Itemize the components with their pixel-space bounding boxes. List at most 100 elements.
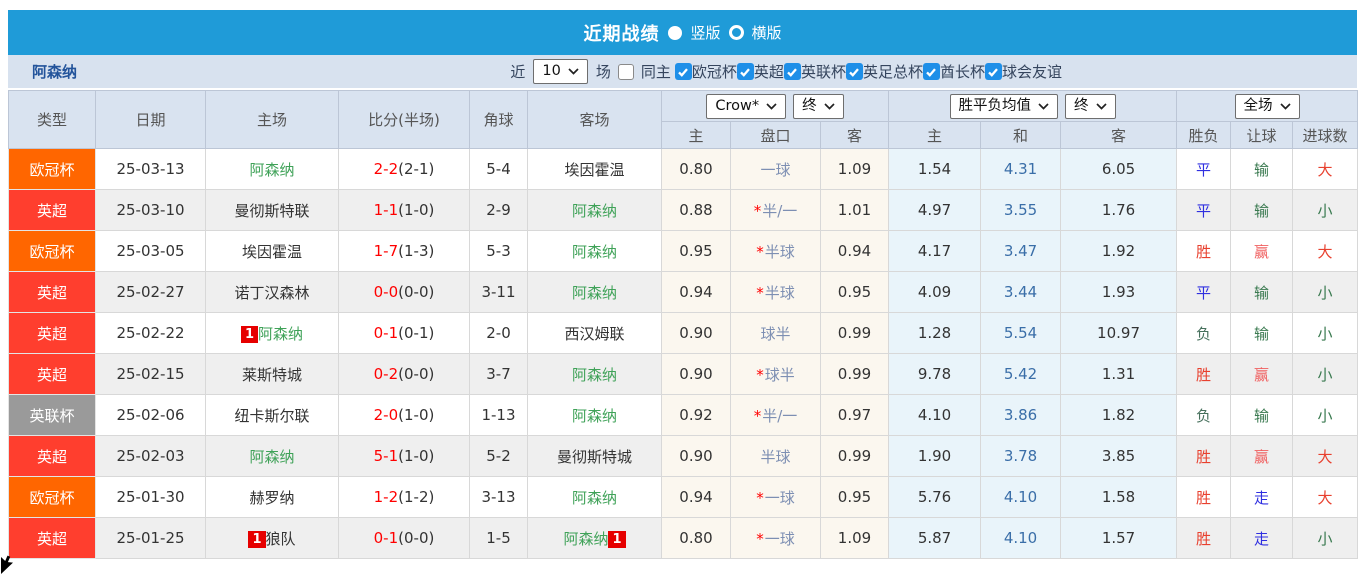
handicap-cell: *一球 [730, 517, 821, 559]
title-bar: 近期战绩 竖版 横版 [8, 10, 1357, 55]
odds-home-cell: 0.92 [661, 394, 731, 436]
goals-cell: 大 [1292, 435, 1359, 477]
radio-horizontal-icon[interactable] [728, 25, 744, 40]
mean-home-cell: 5.76 [888, 476, 982, 518]
mean-away-cell: 3.85 [1060, 435, 1178, 477]
goals-cell: 大 [1292, 230, 1359, 272]
mean-draw-cell: 4.10 [980, 517, 1062, 559]
filters: 近 10 场 同主 欧冠杯 英超 英联杯 英足总杯 酋长杯 球会友谊 [510, 59, 1062, 84]
mean-home-cell: 4.17 [888, 230, 982, 272]
header-result-group: 全场 [1176, 90, 1359, 122]
handicap-result-cell: 走 [1230, 517, 1294, 559]
away-team-cell: 阿森纳 [527, 476, 662, 518]
radio-vertical-icon[interactable] [668, 25, 683, 40]
mean-away-cell: 6.05 [1060, 148, 1178, 190]
odds-home-cell: 0.88 [661, 189, 731, 231]
header-mean-group: 胜平负均值 终 [888, 90, 1178, 122]
chevron-down-icon [1279, 102, 1291, 110]
handicap-cell: *半球 [730, 271, 821, 313]
date-cell: 25-02-03 [95, 435, 206, 477]
layout-radio-group: 竖版 横版 [668, 22, 782, 43]
recent-count-select[interactable]: 10 [533, 59, 588, 84]
handicap-cell: *半/一 [730, 394, 821, 436]
handicap-cell: *球半 [730, 353, 821, 395]
date-cell: 25-02-15 [95, 353, 206, 395]
date-cell: 25-03-13 [95, 148, 206, 190]
mean-home-cell: 5.87 [888, 517, 982, 559]
score-cell: 5-1(1-0) [338, 435, 470, 477]
odds-away-cell: 1.09 [819, 517, 890, 559]
corner-cell: 2-0 [469, 312, 528, 354]
league-filter-label: 球会友谊 [1001, 63, 1062, 81]
check-icon [988, 67, 999, 77]
result-cell: 胜 [1176, 230, 1232, 272]
same-home-label: 同主 [640, 63, 671, 81]
radio-vertical-label[interactable]: 竖版 [690, 22, 720, 43]
scope-select[interactable]: 全场 [1234, 93, 1300, 119]
league-cell: 英超 [8, 271, 96, 313]
check-icon [849, 67, 860, 77]
corner-cell: 1-5 [469, 517, 528, 559]
away-team-cell: 阿森纳 [527, 271, 662, 313]
handicap-cell: *半/一 [730, 189, 821, 231]
mean-select[interactable]: 胜平负均值 [949, 93, 1059, 119]
result-cell: 平 [1176, 148, 1232, 190]
result-cell: 负 [1176, 312, 1232, 354]
mean-away-cell: 1.93 [1060, 271, 1178, 313]
subheader-handicap-result: 让球 [1230, 121, 1294, 149]
subheader-goals: 进球数 [1292, 121, 1359, 149]
mean-draw-cell: 4.10 [980, 476, 1062, 518]
away-team-cell: 阿森纳 1 [527, 517, 662, 559]
result-cell: 平 [1176, 189, 1232, 231]
same-home-checkbox[interactable] [617, 63, 634, 80]
date-cell: 25-02-22 [95, 312, 206, 354]
subheader-handicap: 盘口 [730, 121, 821, 149]
bookmaker-select[interactable]: Crow* [706, 93, 787, 119]
match-row: 欧冠杯 25-03-05 埃因霍温 1-7(1-3) 5-3 阿森纳 0.95 *半球 0.94… [8, 230, 1359, 272]
chevron-down-icon [1095, 102, 1107, 110]
corner-cell: 5-2 [469, 435, 528, 477]
mean-draw-cell: 3.55 [980, 189, 1062, 231]
odds-home-cell: 0.94 [661, 271, 731, 313]
result-cell: 平 [1176, 271, 1232, 313]
league-filter-label: 欧冠杯 [691, 63, 737, 81]
league-filter-label: 英足总杯 [862, 63, 923, 81]
handicap-result-cell: 赢 [1230, 435, 1294, 477]
league-checkbox-5[interactable] [984, 63, 1002, 80]
mean-home-cell: 4.97 [888, 189, 982, 231]
radio-horizontal-label[interactable]: 横版 [752, 22, 782, 43]
handicap-cell: *半球 [730, 230, 821, 272]
page-title: 近期战绩 [583, 23, 660, 45]
score-cell: 0-0(0-0) [338, 271, 470, 313]
league-checkbox-2[interactable] [783, 63, 801, 80]
mouse-cursor-icon [1, 555, 13, 574]
score-cell: 2-0(1-0) [338, 394, 470, 436]
league-checkbox-4[interactable] [922, 63, 940, 80]
home-team-cell: 曼彻斯特联 [205, 189, 339, 231]
league-checkbox-1[interactable] [736, 63, 754, 80]
check-icon [787, 67, 798, 77]
mean-time-select[interactable]: 终 [1065, 93, 1116, 119]
league-checkbox-0[interactable] [674, 63, 692, 80]
mean-away-cell: 1.31 [1060, 353, 1178, 395]
mean-draw-cell: 5.42 [980, 353, 1062, 395]
home-team-cell: 1 狼队 [205, 517, 339, 559]
header-home: 主场 [205, 90, 339, 149]
mean-draw-cell: 3.47 [980, 230, 1062, 272]
results-table: 类型 日期 主场 比分(半场) 角球 客场 Crow* 终 胜平负均值 终 全场… [8, 90, 1359, 559]
home-team-cell: 阿森纳 [205, 435, 339, 477]
score-cell: 0-1(0-1) [338, 312, 470, 354]
mean-draw-cell: 4.31 [980, 148, 1062, 190]
mean-home-cell: 4.10 [888, 394, 982, 436]
chevron-down-icon [1038, 102, 1049, 110]
league-cell: 英超 [8, 189, 96, 231]
home-team-cell: 纽卡斯尔联 [205, 394, 339, 436]
goals-cell: 大 [1292, 476, 1359, 518]
league-checkbox-3[interactable] [845, 63, 863, 80]
result-cell: 胜 [1176, 517, 1232, 559]
mean-away-cell: 1.92 [1060, 230, 1178, 272]
league-cell: 欧冠杯 [8, 230, 96, 272]
away-team-cell: 阿森纳 [527, 230, 662, 272]
subheader-mean-away: 客 [1060, 121, 1178, 149]
odds-time-select[interactable]: 终 [793, 93, 844, 119]
